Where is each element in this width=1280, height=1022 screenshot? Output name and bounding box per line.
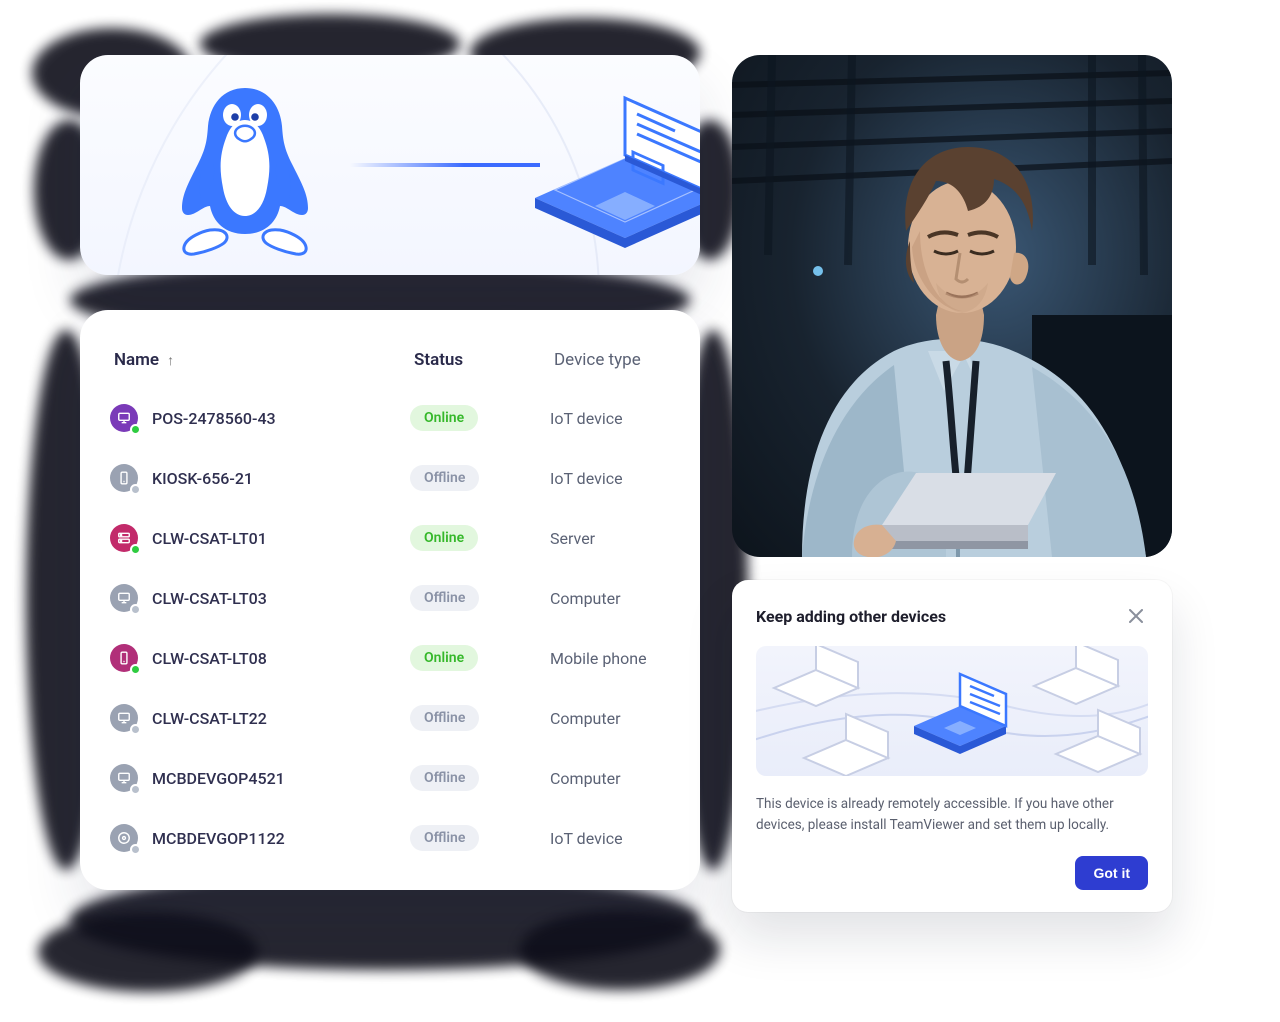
device-type-icon bbox=[110, 584, 138, 612]
column-type-label: Device type bbox=[554, 350, 641, 370]
got-it-button[interactable]: Got it bbox=[1075, 856, 1148, 890]
status-badge: Online bbox=[410, 525, 478, 551]
device-type: Server bbox=[550, 529, 670, 548]
table-row[interactable]: KIOSK-656-21 Offline IoT device bbox=[110, 448, 670, 508]
dialog-illustration bbox=[756, 646, 1148, 776]
column-status-label: Status bbox=[414, 350, 463, 370]
add-devices-dialog: Keep adding other devices This device bbox=[732, 580, 1172, 912]
table-row[interactable]: CLW-CSAT-LT03 Offline Computer bbox=[110, 568, 670, 628]
status-dot-icon bbox=[130, 604, 141, 615]
status-dot-icon bbox=[130, 664, 141, 675]
status-badge: Offline bbox=[410, 765, 479, 791]
status-dot-icon bbox=[130, 484, 141, 495]
status-dot-icon bbox=[130, 544, 141, 555]
status-badge: Offline bbox=[410, 585, 479, 611]
table-body: POS-2478560-43OnlineIoT deviceKIOSK-656-… bbox=[110, 388, 670, 868]
close-button[interactable] bbox=[1124, 604, 1148, 628]
status-badge: Offline bbox=[410, 465, 479, 491]
device-type-icon bbox=[110, 704, 138, 732]
status-badge: Online bbox=[410, 645, 478, 671]
table-row[interactable]: POS-2478560-43 Online IoT device bbox=[110, 388, 670, 448]
device-name: POS-2478560-43 bbox=[152, 409, 276, 428]
linux-penguin-icon bbox=[160, 80, 330, 260]
dialog-body-text: This device is already remotely accessib… bbox=[756, 794, 1148, 836]
table-row[interactable]: CLW-CSAT-LT08 Online Mobile phone bbox=[110, 628, 670, 688]
connection-line bbox=[350, 163, 540, 167]
laptop-icon bbox=[525, 90, 700, 250]
close-icon bbox=[1129, 609, 1143, 623]
device-type-icon bbox=[110, 824, 138, 852]
device-name: CLW-CSAT-LT01 bbox=[152, 529, 267, 548]
device-name: MCBDEVGOP4521 bbox=[152, 769, 285, 788]
table-row[interactable]: CLW-CSAT-LT22 Offline Computer bbox=[110, 688, 670, 748]
table-header-row: Name ↑ Status Device type bbox=[110, 342, 670, 388]
device-type-icon bbox=[110, 404, 138, 432]
device-name: KIOSK-656-21 bbox=[152, 469, 253, 488]
device-name: CLW-CSAT-LT03 bbox=[152, 589, 267, 608]
hero-card bbox=[80, 55, 700, 275]
device-type: IoT device bbox=[550, 829, 670, 848]
column-header-type[interactable]: Device type bbox=[554, 350, 666, 370]
table-row[interactable]: MCBDEVGOP4521 Offline Computer bbox=[110, 748, 670, 808]
status-dot-icon bbox=[130, 724, 141, 735]
status-badge: Offline bbox=[410, 705, 479, 731]
device-type: Computer bbox=[550, 589, 670, 608]
device-name: CLW-CSAT-LT22 bbox=[152, 709, 267, 728]
device-type: IoT device bbox=[550, 469, 670, 488]
device-type: Mobile phone bbox=[550, 649, 670, 668]
device-type: Computer bbox=[550, 709, 670, 728]
device-type-icon bbox=[110, 464, 138, 492]
device-type: IoT device bbox=[550, 409, 670, 428]
status-badge: Online bbox=[410, 405, 478, 431]
status-dot-icon bbox=[130, 844, 141, 855]
device-type-icon bbox=[110, 524, 138, 552]
hero-photo bbox=[732, 55, 1172, 557]
device-type-icon bbox=[110, 764, 138, 792]
device-name: CLW-CSAT-LT08 bbox=[152, 649, 267, 668]
device-table-card: Name ↑ Status Device type POS-2478560-43… bbox=[80, 310, 700, 890]
sort-ascending-icon: ↑ bbox=[167, 352, 174, 369]
table-row[interactable]: MCBDEVGOP1122 Offline IoT device bbox=[110, 808, 670, 868]
device-type: Computer bbox=[550, 769, 670, 788]
device-name: MCBDEVGOP1122 bbox=[152, 829, 285, 848]
device-type-icon bbox=[110, 644, 138, 672]
dialog-title: Keep adding other devices bbox=[756, 607, 946, 626]
status-dot-icon bbox=[130, 424, 141, 435]
status-dot-icon bbox=[130, 784, 141, 795]
column-header-status[interactable]: Status bbox=[414, 350, 554, 370]
table-row[interactable]: CLW-CSAT-LT01 Online Server bbox=[110, 508, 670, 568]
status-badge: Offline bbox=[410, 825, 479, 851]
column-header-name[interactable]: Name ↑ bbox=[114, 350, 414, 370]
column-name-label: Name bbox=[114, 350, 159, 370]
